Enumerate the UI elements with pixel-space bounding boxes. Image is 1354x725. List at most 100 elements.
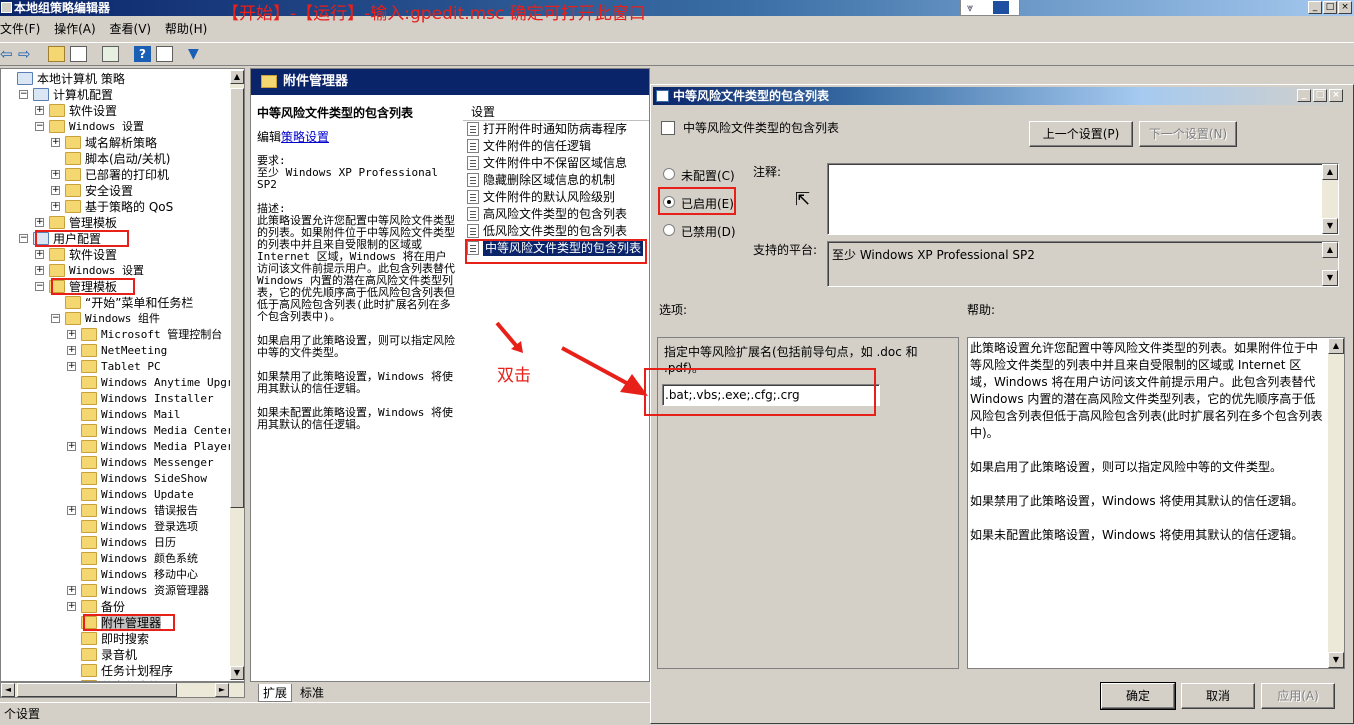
expand-icon[interactable]: + bbox=[67, 602, 76, 611]
tree-item[interactable]: Windows Update bbox=[1, 487, 229, 503]
radio-not-configured-label[interactable]: 未配置(C) bbox=[681, 167, 735, 184]
expand-icon[interactable]: + bbox=[67, 330, 76, 339]
radio-disabled[interactable] bbox=[663, 224, 675, 236]
expand-icon[interactable]: + bbox=[67, 442, 76, 451]
remote-control-bar[interactable]: ⩔ bbox=[960, 0, 1020, 16]
dialog-maximize-button[interactable]: □ bbox=[1313, 89, 1327, 102]
expand-icon[interactable]: + bbox=[67, 362, 76, 371]
apply-button[interactable]: 应用(A) bbox=[1261, 683, 1335, 709]
expand-icon[interactable]: + bbox=[67, 506, 76, 515]
scroll-left-icon[interactable]: ◄ bbox=[1, 683, 15, 697]
tree-item[interactable]: Windows 日历 bbox=[1, 535, 229, 551]
comment-textarea[interactable]: ▲ ▼ bbox=[827, 163, 1339, 235]
menu-action[interactable]: 操作(A) bbox=[54, 18, 98, 40]
tree-item[interactable]: Windows 颜色系统 bbox=[1, 551, 229, 567]
collapse-icon[interactable]: − bbox=[35, 122, 44, 131]
tree-item[interactable]: + Microsoft 管理控制台 bbox=[1, 327, 229, 343]
restore-icon[interactable] bbox=[993, 1, 1009, 14]
tree-item[interactable]: 脚本(启动/关机) bbox=[1, 151, 229, 167]
tree-item[interactable]: + 管理模板 bbox=[1, 215, 229, 231]
menu-file[interactable]: 文件(F) bbox=[0, 18, 42, 40]
tab-extended[interactable]: 扩展 bbox=[258, 684, 293, 702]
hscroll-thumb[interactable] bbox=[17, 683, 177, 697]
expand-icon[interactable]: + bbox=[51, 186, 60, 195]
close-button[interactable]: × bbox=[1338, 1, 1352, 14]
tab-standard[interactable]: 标准 bbox=[296, 684, 328, 701]
edit-policy-link[interactable]: 策略设置 bbox=[281, 130, 329, 144]
scroll-down-icon[interactable]: ▼ bbox=[230, 666, 244, 680]
tree-item[interactable]: 任务计划程序 bbox=[1, 663, 229, 679]
tree-item[interactable]: 录音机 bbox=[1, 647, 229, 663]
dialog-close-button[interactable]: × bbox=[1329, 89, 1343, 102]
scroll-up-icon[interactable]: ▲ bbox=[1328, 338, 1344, 354]
scroll-down-icon[interactable]: ▼ bbox=[1328, 652, 1344, 668]
expand-icon[interactable]: + bbox=[51, 202, 60, 211]
expand-icon[interactable]: + bbox=[35, 106, 44, 115]
tree-item[interactable]: + 备份 bbox=[1, 599, 229, 615]
menu-view[interactable]: 查看(V) bbox=[110, 18, 154, 40]
up-folder-icon[interactable] bbox=[48, 46, 65, 62]
menu-help[interactable]: 帮助(H) bbox=[165, 18, 209, 40]
scroll-up-icon[interactable]: ▲ bbox=[1322, 164, 1338, 180]
tree-item[interactable]: + Windows 资源管理器 bbox=[1, 583, 229, 599]
tree-item[interactable]: 本地计算机 策略 bbox=[1, 71, 229, 87]
tree-item[interactable]: “开始”菜单和任务栏 bbox=[1, 295, 229, 311]
tree-item[interactable]: + 已部署的打印机 bbox=[1, 167, 229, 183]
tree-item[interactable]: + Tablet PC bbox=[1, 359, 229, 375]
collapse-icon[interactable]: − bbox=[19, 90, 28, 99]
tree-item[interactable]: Windows 登录选项 bbox=[1, 519, 229, 535]
tree-item[interactable]: Windows Installer bbox=[1, 391, 229, 407]
radio-not-configured[interactable] bbox=[663, 168, 675, 180]
tree-scrollbar[interactable]: ▲ ▼ bbox=[230, 70, 244, 680]
maximize-button[interactable]: □ bbox=[1323, 1, 1337, 14]
previous-setting-button[interactable]: 上一个设置(P) bbox=[1029, 121, 1133, 147]
settings-column-header[interactable]: 设置 bbox=[463, 101, 649, 121]
tree-item[interactable]: 即时搜索 bbox=[1, 631, 229, 647]
tree-item[interactable]: + 软件设置 bbox=[1, 103, 229, 119]
dialog-minimize-button[interactable]: _ bbox=[1297, 89, 1311, 102]
radio-disabled-label[interactable]: 已禁用(D) bbox=[681, 223, 736, 240]
scroll-up-icon[interactable]: ▲ bbox=[230, 70, 244, 84]
tree-item[interactable]: − Windows 设置 bbox=[1, 119, 229, 135]
expand-icon[interactable]: + bbox=[67, 586, 76, 595]
tree-item[interactable]: − Windows 组件 bbox=[1, 311, 229, 327]
collapse-icon[interactable]: − bbox=[35, 282, 44, 291]
back-icon[interactable]: ⇦ bbox=[0, 46, 17, 62]
tree-item[interactable]: Windows Media Center bbox=[1, 423, 233, 439]
properties-icon[interactable] bbox=[156, 46, 173, 62]
help-icon[interactable]: ? bbox=[134, 46, 151, 62]
tree-item[interactable]: + 软件设置 bbox=[1, 247, 229, 263]
filter-icon[interactable]: ▼ bbox=[188, 46, 205, 62]
tree-item[interactable]: + Windows 设置 bbox=[1, 263, 229, 279]
expand-icon[interactable]: + bbox=[35, 218, 44, 227]
export-list-icon[interactable] bbox=[102, 46, 119, 62]
tree-item[interactable]: Windows SideShow bbox=[1, 471, 229, 487]
scroll-up-icon[interactable]: ▲ bbox=[1322, 242, 1338, 258]
scroll-down-icon[interactable]: ▼ bbox=[1322, 270, 1338, 286]
tree-item[interactable]: Windows Mail bbox=[1, 407, 229, 423]
tree-item[interactable]: + Windows 错误报告 bbox=[1, 503, 229, 519]
forward-icon[interactable]: ⇨ bbox=[18, 46, 35, 62]
collapse-icon[interactable]: − bbox=[19, 234, 28, 243]
tree-item[interactable]: + 域名解析策略 bbox=[1, 135, 229, 151]
tree-item[interactable]: + 安全设置 bbox=[1, 183, 229, 199]
cancel-button[interactable]: 取消 bbox=[1181, 683, 1255, 709]
tree-item[interactable]: + 基于策略的 QoS bbox=[1, 199, 229, 215]
tree-hscrollbar[interactable]: ◄ ► bbox=[0, 682, 245, 698]
chevron-down-icon[interactable]: ⩔ bbox=[967, 1, 973, 15]
minimize-button[interactable]: _ bbox=[1308, 1, 1322, 14]
expand-icon[interactable]: + bbox=[51, 170, 60, 179]
show-hide-tree-icon[interactable] bbox=[70, 46, 87, 62]
scroll-thumb[interactable] bbox=[230, 88, 244, 508]
tree-item[interactable]: + Windows Media Player bbox=[1, 439, 233, 455]
tree-item[interactable]: Windows 移动中心 bbox=[1, 567, 229, 583]
ok-button[interactable]: 确定 bbox=[1100, 682, 1176, 710]
tree-item[interactable]: Windows Anytime Upgrade bbox=[1, 375, 244, 391]
collapse-icon[interactable]: − bbox=[51, 314, 60, 323]
next-setting-button[interactable]: 下一个设置(N) bbox=[1139, 121, 1237, 147]
expand-icon[interactable]: + bbox=[35, 266, 44, 275]
expand-icon[interactable]: + bbox=[67, 346, 76, 355]
tree-item[interactable]: − 计算机配置 bbox=[1, 87, 229, 103]
expand-icon[interactable]: + bbox=[51, 138, 60, 147]
tree-item[interactable]: + NetMeeting bbox=[1, 343, 229, 359]
